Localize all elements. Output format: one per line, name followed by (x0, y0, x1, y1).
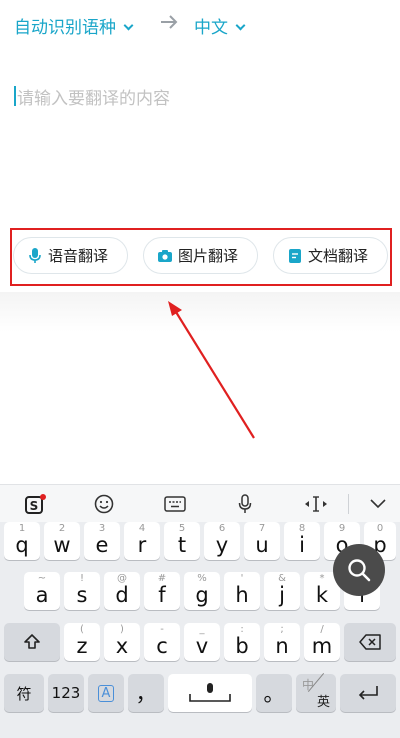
lang-switch-bottom: 英 (316, 695, 330, 710)
key-label: r (137, 533, 147, 557)
shift-key[interactable] (4, 623, 60, 661)
sogou-logo-icon[interactable]: S (20, 493, 50, 515)
key-label: d (115, 583, 129, 607)
key-s[interactable]: ! s (64, 572, 100, 610)
key-label: m (311, 634, 333, 658)
key-label: e (95, 533, 109, 557)
key-label: j (279, 583, 285, 607)
key-label: n (275, 634, 289, 658)
key-d[interactable]: @ d (104, 572, 140, 610)
chevron-down-icon (235, 20, 246, 31)
key-label: 符 (16, 684, 32, 703)
keyboard-icon[interactable] (160, 493, 190, 515)
key-label: h (235, 583, 249, 607)
key-label: g (195, 583, 209, 607)
space-key[interactable] (168, 674, 252, 712)
divider-shadow (0, 292, 400, 332)
translate-input-area[interactable] (0, 46, 400, 226)
backspace-icon (359, 634, 381, 650)
cursor-move-icon[interactable] (301, 493, 331, 515)
mic-icon[interactable] (230, 493, 260, 515)
key-label: i (299, 533, 305, 557)
keyboard-toolbar: S (0, 484, 400, 522)
key-label: u (255, 533, 269, 557)
key-m[interactable]: / m (304, 623, 340, 661)
soft-keyboard: S 1q 2w 3e 4r 5t 6y 7u 8i 9o 0p ~a !s (0, 484, 400, 738)
key-label: s (76, 583, 88, 607)
target-language-label: 中文 (194, 18, 228, 38)
space-mic-icon (189, 683, 231, 702)
key-label: q (15, 533, 29, 557)
letter-mode-icon: A (97, 684, 115, 702)
emoji-icon[interactable] (89, 493, 119, 515)
annotation-highlight-box (10, 228, 392, 286)
svg-text:S: S (30, 499, 39, 513)
key-a[interactable]: ~ a (24, 572, 60, 610)
key-w[interactable]: 2w (44, 522, 80, 560)
key-h[interactable]: ' h (224, 572, 260, 610)
key-label: z (76, 634, 88, 658)
period-key[interactable]: 。 (256, 674, 292, 712)
key-g[interactable]: % g (184, 572, 220, 610)
key-label: 。 (263, 682, 285, 706)
key-x[interactable]: ) x (104, 623, 140, 661)
key-f[interactable]: # f (144, 572, 180, 610)
backspace-key[interactable] (344, 623, 396, 661)
key-n[interactable]: ; n (264, 623, 300, 661)
key-q[interactable]: 1q (4, 522, 40, 560)
key-z[interactable]: (z (64, 623, 100, 661)
key-r[interactable]: 4r (124, 522, 160, 560)
shift-icon (24, 634, 40, 649)
language-bar: 自动识别语种 中文 (0, 0, 400, 46)
lang-switch-key[interactable]: 中 英 (296, 672, 336, 712)
key-label: x (115, 634, 129, 658)
key-label: y (215, 533, 229, 557)
letter-mode-key[interactable]: A (88, 674, 124, 712)
enter-key[interactable] (340, 674, 396, 712)
text-cursor (14, 86, 16, 106)
key-v[interactable]: _ v (184, 623, 220, 661)
key-t[interactable]: 5t (164, 522, 200, 560)
target-language-selector[interactable]: 中文 (194, 13, 246, 38)
floating-search-button[interactable] (333, 544, 385, 596)
toolbar-divider (348, 494, 349, 514)
chevron-down-icon (123, 20, 134, 31)
key-label: f (158, 583, 166, 607)
key-i[interactable]: 8i (284, 522, 320, 560)
input-placeholder: 请输入要翻译的内容 (17, 89, 170, 109)
enter-icon (358, 686, 378, 700)
key-label: v (195, 634, 209, 658)
key-label: t (177, 533, 187, 557)
key-label: 123 (51, 684, 81, 702)
symbols-key[interactable]: 符 (4, 674, 44, 712)
key-label: ， (135, 682, 157, 706)
key-label: c (156, 634, 168, 658)
source-language-label: 自动识别语种 (14, 18, 116, 38)
key-label: a (35, 583, 49, 607)
numbers-key[interactable]: 123 (48, 674, 84, 712)
key-u[interactable]: 7u (244, 522, 280, 560)
key-label: w (53, 533, 71, 557)
key-j[interactable]: & j (264, 572, 300, 610)
source-language-selector[interactable]: 自动识别语种 (14, 13, 134, 38)
collapse-keyboard-icon[interactable] (363, 493, 393, 515)
key-e[interactable]: 3e (84, 522, 120, 560)
key-b[interactable]: :b (224, 623, 260, 661)
comma-key[interactable]: ， (128, 674, 164, 712)
key-label: k (315, 583, 329, 607)
search-icon (348, 559, 371, 582)
arrow-right-icon (161, 15, 178, 29)
key-c[interactable]: -c (144, 623, 180, 661)
key-label: b (235, 634, 249, 658)
key-y[interactable]: 6y (204, 522, 240, 560)
